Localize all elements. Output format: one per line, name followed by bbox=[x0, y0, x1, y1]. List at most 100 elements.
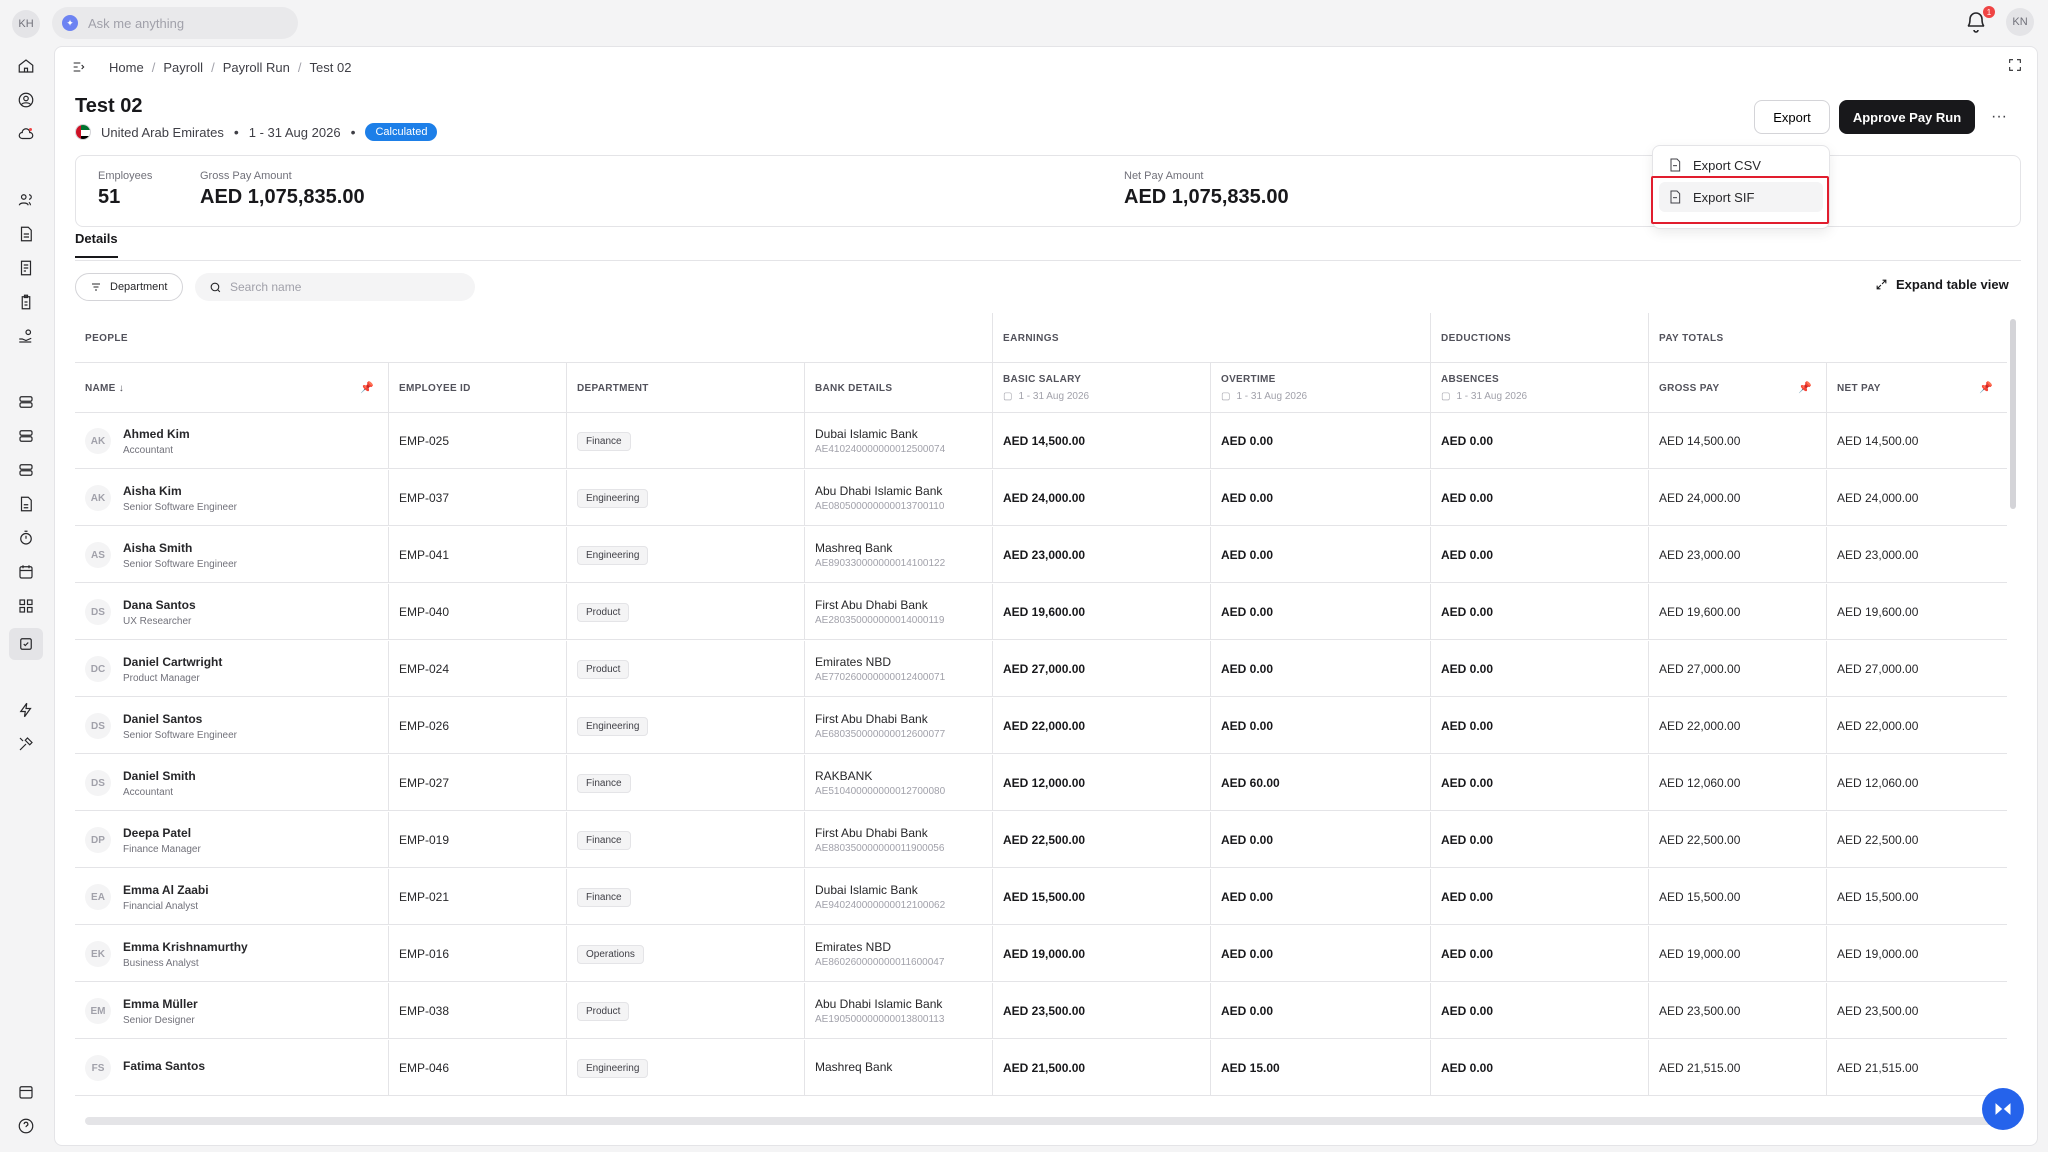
header-bank[interactable]: BANK DETAILS bbox=[805, 363, 993, 413]
employee-name[interactable]: Ahmed Kim bbox=[123, 427, 190, 441]
user-circle-icon[interactable] bbox=[14, 88, 38, 112]
person-cell[interactable]: DS Daniel Smith Accountant bbox=[75, 755, 389, 811]
employee-name[interactable]: Daniel Cartwright bbox=[123, 655, 222, 669]
person-cell[interactable]: DS Daniel Santos Senior Software Enginee… bbox=[75, 698, 389, 754]
cloud-alert-icon[interactable] bbox=[14, 122, 38, 146]
document-icon[interactable] bbox=[14, 222, 38, 246]
person-cell[interactable]: DC Daniel Cartwright Product Manager bbox=[75, 641, 389, 697]
employee-name[interactable]: Emma Al Zaabi bbox=[123, 883, 209, 897]
person-cell[interactable]: AK Ahmed Kim Accountant bbox=[75, 413, 389, 469]
employee-role: UX Researcher bbox=[123, 615, 192, 627]
server-icon[interactable] bbox=[14, 458, 38, 482]
header-gross-pay[interactable]: GROSS PAY 📌 bbox=[1649, 363, 1827, 413]
department-cell: Finance bbox=[567, 812, 805, 868]
employee-name[interactable]: Daniel Santos bbox=[123, 712, 237, 726]
workspace-avatar[interactable]: KH bbox=[12, 10, 40, 38]
header-employee-id[interactable]: EMPLOYEE ID bbox=[389, 363, 567, 413]
employee-role: Accountant bbox=[123, 786, 174, 798]
employee-name[interactable]: Daniel Smith bbox=[123, 769, 196, 783]
table-row[interactable]: AK Ahmed Kim Accountant EMP-025 Finance … bbox=[75, 413, 2007, 469]
assistant-fab-button[interactable] bbox=[1982, 1088, 2024, 1130]
table-row[interactable]: EM Emma Müller Senior Designer EMP-038 P… bbox=[75, 983, 2007, 1039]
export-button[interactable]: Export bbox=[1754, 100, 1830, 134]
calendar-icon[interactable] bbox=[14, 560, 38, 584]
fullscreen-icon[interactable] bbox=[2007, 57, 2023, 73]
breadcrumb-home[interactable]: Home bbox=[109, 60, 144, 75]
employee-avatar: DS bbox=[85, 599, 111, 625]
bank-cell: Emirates NBD AE770260000000012400071 bbox=[805, 641, 993, 697]
employee-name[interactable]: Aisha Smith bbox=[123, 541, 237, 555]
breadcrumb-payroll-run[interactable]: Payroll Run bbox=[223, 60, 290, 75]
export-csv-item[interactable]: Export CSV bbox=[1659, 150, 1823, 180]
department-cell: Product bbox=[567, 641, 805, 697]
pin-icon[interactable]: 📌 bbox=[360, 381, 374, 394]
employee-name[interactable]: Aisha Kim bbox=[123, 484, 237, 498]
table-row[interactable]: DC Daniel Cartwright Product Manager EMP… bbox=[75, 641, 2007, 697]
header-overtime[interactable]: OVERTIME ▢ 1 - 31 Aug 2026 bbox=[1211, 363, 1431, 413]
help-icon[interactable] bbox=[14, 1114, 38, 1138]
person-cell[interactable]: EK Emma Krishnamurthy Business Analyst bbox=[75, 926, 389, 982]
ask-anything-input[interactable]: ✦ Ask me anything bbox=[52, 7, 298, 39]
gross-pay-cell: AED 21,515.00 bbox=[1649, 1040, 1827, 1096]
table-row[interactable]: EK Emma Krishnamurthy Business Analyst E… bbox=[75, 926, 2007, 982]
person-cell[interactable]: FS Fatima Santos bbox=[75, 1040, 389, 1096]
timer-icon[interactable] bbox=[14, 526, 38, 550]
person-cell[interactable]: EA Emma Al Zaabi Financial Analyst bbox=[75, 869, 389, 925]
expand-table-button[interactable]: Expand table view bbox=[1875, 277, 2009, 292]
hand-coins-icon[interactable] bbox=[14, 324, 38, 348]
more-options-icon[interactable]: ··· bbox=[1987, 105, 2011, 129]
ask-placeholder: Ask me anything bbox=[88, 15, 185, 31]
header-absences[interactable]: ABSENCES ▢ 1 - 31 Aug 2026 bbox=[1431, 363, 1649, 413]
file-icon[interactable] bbox=[14, 492, 38, 516]
tab-details[interactable]: Details bbox=[75, 231, 118, 258]
employee-name[interactable]: Emma Krishnamurthy bbox=[123, 940, 248, 954]
department-filter-button[interactable]: Department bbox=[75, 273, 183, 301]
user-avatar[interactable]: KN bbox=[2006, 8, 2034, 36]
breadcrumb-payroll[interactable]: Payroll bbox=[163, 60, 203, 75]
pin-icon[interactable]: 📌 bbox=[1798, 381, 1812, 394]
tools-icon[interactable] bbox=[14, 732, 38, 756]
check-square-icon[interactable] bbox=[9, 628, 43, 660]
sidebar-toggle-icon[interactable] bbox=[71, 59, 87, 75]
header-name[interactable]: NAME ↓ 📌 bbox=[75, 363, 389, 413]
home-icon[interactable] bbox=[14, 54, 38, 78]
table-row[interactable]: DS Daniel Santos Senior Software Enginee… bbox=[75, 698, 2007, 754]
employee-role: Senior Software Engineer bbox=[123, 558, 237, 570]
person-cell[interactable]: AS Aisha Smith Senior Software Engineer bbox=[75, 527, 389, 583]
grid-icon[interactable] bbox=[14, 594, 38, 618]
employee-name[interactable]: Dana Santos bbox=[123, 598, 196, 612]
notes-icon[interactable] bbox=[14, 256, 38, 280]
table-row[interactable]: DP Deepa Patel Finance Manager EMP-019 F… bbox=[75, 812, 2007, 868]
table-row[interactable]: DS Daniel Smith Accountant EMP-027 Finan… bbox=[75, 755, 2007, 811]
vertical-scrollbar[interactable] bbox=[2009, 313, 2017, 1113]
header-net-pay[interactable]: NET PAY 📌 bbox=[1827, 363, 2007, 413]
users-icon[interactable] bbox=[14, 188, 38, 212]
person-cell[interactable]: AK Aisha Kim Senior Software Engineer bbox=[75, 470, 389, 526]
table-row[interactable]: DS Dana Santos UX Researcher EMP-040 Pro… bbox=[75, 584, 2007, 640]
table-row[interactable]: EA Emma Al Zaabi Financial Analyst EMP-0… bbox=[75, 869, 2007, 925]
employee-name[interactable]: Fatima Santos bbox=[123, 1059, 205, 1073]
employee-name[interactable]: Emma Müller bbox=[123, 997, 198, 1011]
horizontal-scrollbar[interactable] bbox=[85, 1117, 1997, 1125]
export-sif-item[interactable]: Export SIF bbox=[1659, 182, 1823, 212]
person-cell[interactable]: DS Dana Santos UX Researcher bbox=[75, 584, 389, 640]
server-icon[interactable] bbox=[14, 390, 38, 414]
header-department[interactable]: DEPARTMENT bbox=[567, 363, 805, 413]
server-icon[interactable] bbox=[14, 424, 38, 448]
clipboard-icon[interactable] bbox=[14, 290, 38, 314]
employee-id-cell: EMP-019 bbox=[389, 812, 567, 868]
employee-name[interactable]: Deepa Patel bbox=[123, 826, 201, 840]
table-row[interactable]: AS Aisha Smith Senior Software Engineer … bbox=[75, 527, 2007, 583]
employee-avatar: EM bbox=[85, 998, 111, 1024]
person-cell[interactable]: EM Emma Müller Senior Designer bbox=[75, 983, 389, 1039]
table-row[interactable]: AK Aisha Kim Senior Software Engineer EM… bbox=[75, 470, 2007, 526]
bank-iban: AE190500000000013800113 bbox=[815, 1014, 945, 1025]
approve-pay-run-button[interactable]: Approve Pay Run bbox=[1839, 100, 1975, 134]
bolt-icon[interactable] bbox=[14, 698, 38, 722]
calendar-grid-icon[interactable] bbox=[14, 1080, 38, 1104]
pin-icon[interactable]: 📌 bbox=[1979, 381, 1993, 394]
header-basic-salary[interactable]: BASIC SALARY ▢ 1 - 31 Aug 2026 bbox=[993, 363, 1211, 413]
table-row[interactable]: FS Fatima Santos EMP-046 Engineering Mas… bbox=[75, 1040, 2007, 1096]
search-input[interactable] bbox=[230, 280, 450, 294]
person-cell[interactable]: DP Deepa Patel Finance Manager bbox=[75, 812, 389, 868]
